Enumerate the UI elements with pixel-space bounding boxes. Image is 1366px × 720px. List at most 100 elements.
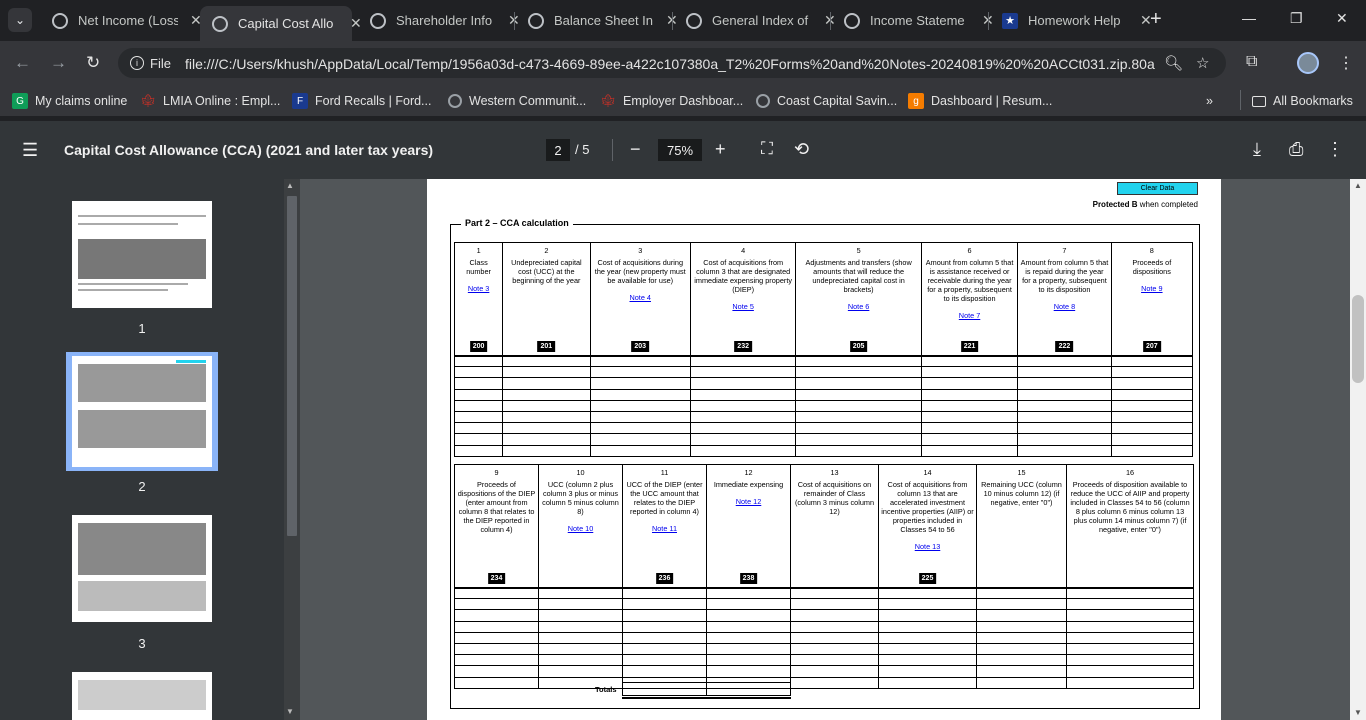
input-cell-col-16[interactable] (1066, 642, 1194, 656)
input-cell-col-8[interactable] (1110, 399, 1194, 412)
rotate-icon[interactable]: ⟲ (794, 139, 809, 160)
tab-5[interactable]: General Index of✕ (674, 6, 836, 35)
note-link[interactable]: Note 4 (593, 293, 688, 302)
input-cell-col-16[interactable] (1066, 676, 1194, 689)
input-cell-col-9[interactable] (454, 631, 539, 644)
bookmark-4[interactable]: Western Communit... (448, 92, 586, 110)
tab-6[interactable]: Income Stateme✕ (832, 6, 994, 35)
input-cell-col-9[interactable] (454, 609, 539, 622)
input-cell-col-5[interactable] (795, 388, 922, 401)
bookmark-6[interactable]: Coast Capital Savin... (756, 92, 897, 110)
input-cell-col-9[interactable] (454, 665, 539, 678)
input-cell-col-1[interactable] (453, 354, 504, 368)
input-cell-col-8[interactable] (1110, 366, 1194, 379)
forward-arrow-icon[interactable]: → (50, 53, 67, 73)
input-cell-col-7[interactable] (1017, 399, 1112, 412)
input-cell-col-14[interactable] (878, 642, 977, 656)
main-scrollbar[interactable] (1350, 179, 1366, 720)
close-window-icon[interactable]: ✕ (1336, 10, 1348, 27)
input-cell-col-1[interactable] (453, 410, 504, 424)
minimize-icon[interactable]: — (1242, 10, 1256, 26)
zoom-search-icon[interactable]: 🔍︎ (1164, 54, 1183, 72)
input-cell-col-1[interactable] (453, 388, 504, 401)
input-cell-col-11[interactable] (622, 620, 707, 633)
input-cell-col-6[interactable] (920, 366, 1019, 379)
input-cell-col-7[interactable] (1017, 422, 1112, 435)
input-cell-col-4[interactable] (689, 422, 797, 435)
sidebar-scroll-thumb[interactable] (287, 196, 297, 536)
input-cell-col-4[interactable] (689, 388, 797, 401)
input-cell-col-7[interactable] (1017, 377, 1112, 390)
bookmark-7[interactable]: g Dashboard | Resum... (908, 92, 1052, 110)
input-cell-col-8[interactable] (1110, 377, 1194, 390)
input-cell-col-2[interactable] (502, 410, 591, 424)
more-bookmarks-icon[interactable]: » (1206, 92, 1213, 110)
input-cell-col-2[interactable] (502, 354, 591, 368)
input-cell-col-4[interactable] (689, 433, 797, 446)
input-cell-col-15[interactable] (976, 631, 1067, 644)
input-cell-col-13[interactable] (790, 609, 879, 622)
input-cell-col-10[interactable] (538, 665, 623, 678)
input-cell-col-3[interactable] (589, 433, 691, 446)
input-cell-col-4[interactable] (689, 444, 797, 457)
input-cell-col-7[interactable] (1017, 444, 1112, 457)
url-text[interactable]: file:///C:/Users/khush/AppData/Local/Tem… (185, 56, 1155, 72)
input-cell-col-14[interactable] (878, 598, 977, 611)
note-link[interactable]: Note 5 (693, 302, 793, 311)
input-cell-col-10[interactable] (538, 586, 623, 600)
input-cell-col-2[interactable] (502, 433, 591, 446)
input-cell-col-5[interactable] (795, 444, 922, 457)
browser-menu-icon[interactable]: ⋮ (1338, 53, 1354, 73)
input-cell-col-14[interactable] (878, 654, 977, 667)
input-cell-col-7[interactable] (1017, 366, 1112, 379)
input-cell-col-9[interactable] (454, 642, 539, 656)
input-cell-col-2[interactable] (502, 366, 591, 379)
input-cell-col-13[interactable] (790, 642, 879, 656)
input-cell-col-10[interactable] (538, 654, 623, 667)
extensions-icon[interactable]: ⧉ (1246, 53, 1257, 71)
input-cell-col-3[interactable] (589, 444, 691, 457)
input-cell-col-12[interactable] (706, 598, 791, 611)
input-cell-col-3[interactable] (589, 366, 691, 379)
input-cell-col-14[interactable] (878, 631, 977, 644)
input-cell-col-3[interactable] (589, 388, 691, 401)
input-cell-col-15[interactable] (976, 676, 1067, 689)
input-cell-col-8[interactable] (1110, 410, 1194, 424)
input-cell-col-13[interactable] (790, 598, 879, 611)
bookmark-5[interactable]: 🍁︎ Employer Dashboar... (600, 92, 743, 110)
note-link[interactable]: Note 11 (625, 524, 704, 533)
input-cell-col-11[interactable] (622, 598, 707, 611)
bookmark-3[interactable]: F Ford Recalls | Ford... (292, 92, 431, 110)
input-cell-col-6[interactable] (920, 354, 1019, 368)
note-link[interactable]: Note 3 (457, 284, 500, 293)
input-cell-col-11[interactable] (622, 665, 707, 678)
input-cell-col-7[interactable] (1017, 433, 1112, 446)
tab-1[interactable]: Net Income (Loss ✕ (40, 6, 202, 35)
input-cell-col-4[interactable] (689, 410, 797, 424)
input-cell-col-14[interactable] (878, 609, 977, 622)
input-cell-col-8[interactable] (1110, 422, 1194, 435)
input-cell-col-13[interactable] (790, 586, 879, 600)
note-link[interactable]: Note 12 (709, 497, 788, 506)
input-cell-col-10[interactable] (538, 631, 623, 644)
input-cell-col-6[interactable] (920, 388, 1019, 401)
tab-7[interactable]: ★ Homework Help ✕ (990, 6, 1152, 35)
input-cell-col-6[interactable] (920, 410, 1019, 424)
bookmark-2[interactable]: 🍁︎ LMIA Online : Empl... (140, 92, 281, 110)
input-cell-col-8[interactable] (1110, 354, 1194, 368)
input-cell-col-15[interactable] (976, 620, 1067, 633)
input-cell-col-2[interactable] (502, 422, 591, 435)
input-cell-col-1[interactable] (453, 422, 504, 435)
input-cell-col-13[interactable] (790, 654, 879, 667)
note-link[interactable]: Note 13 (881, 542, 974, 551)
input-cell-col-6[interactable] (920, 422, 1019, 435)
zoom-level-input[interactable]: 75% (658, 139, 702, 161)
input-cell-col-5[interactable] (795, 354, 922, 368)
new-tab-button[interactable]: + (1150, 8, 1162, 31)
input-cell-col-12[interactable] (706, 586, 791, 600)
scroll-down-icon[interactable]: ▼ (286, 707, 294, 716)
input-cell-col-6[interactable] (920, 399, 1019, 412)
page-thumbnail-3[interactable] (72, 515, 212, 622)
input-cell-col-14[interactable] (878, 665, 977, 678)
total-column-12[interactable] (706, 682, 791, 696)
